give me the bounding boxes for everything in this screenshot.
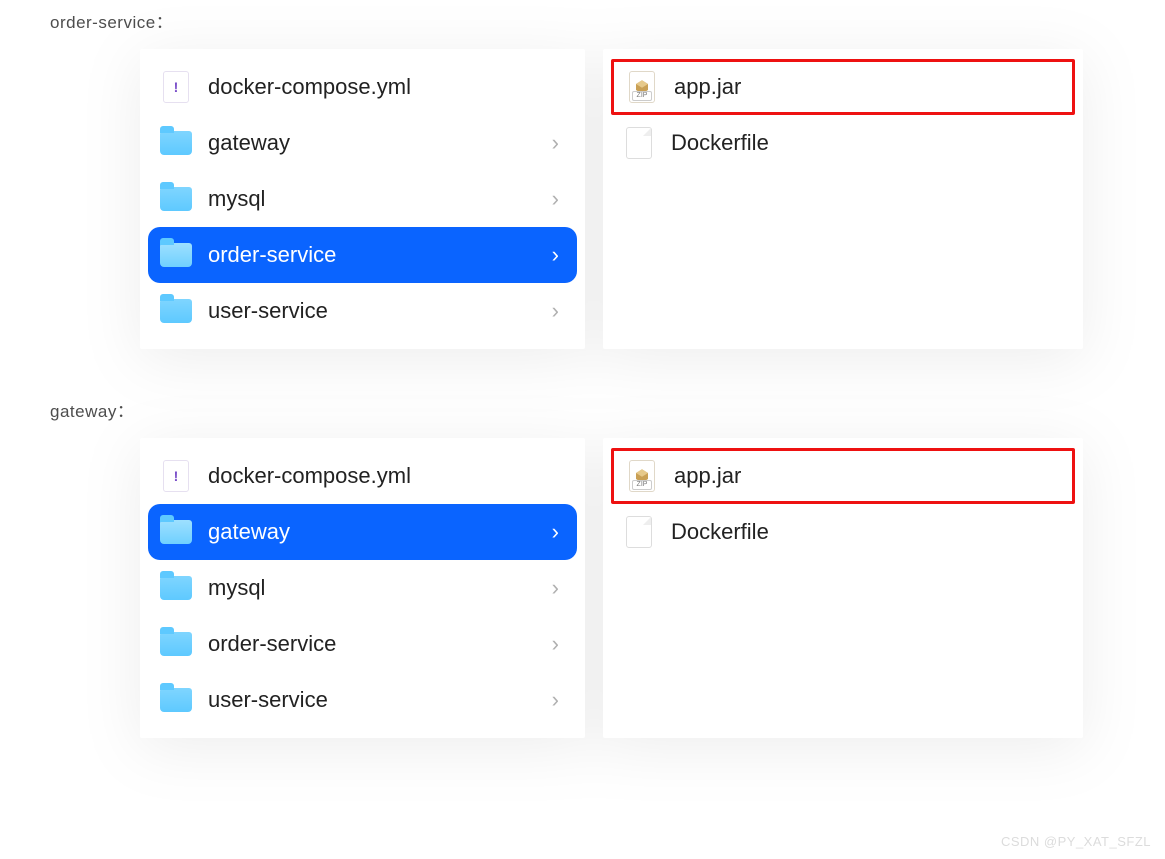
file-icon [621, 514, 657, 550]
item-label: mysql [208, 575, 552, 601]
folder-row[interactable]: gateway› [148, 115, 577, 171]
folder-row[interactable]: order-service› [148, 616, 577, 672]
file-row[interactable]: ! docker-compose.yml [148, 59, 577, 115]
yml-file-icon: ! [158, 458, 194, 494]
item-label: user-service [208, 687, 552, 713]
folder-row[interactable]: mysql› [148, 560, 577, 616]
item-label: user-service [208, 298, 552, 324]
folder-row[interactable]: user-service› [148, 672, 577, 728]
folder-list-pane: !docker-compose.ymlgateway›mysql›order-s… [140, 438, 585, 738]
finder-window: !docker-compose.ymlgateway›mysql›order-s… [140, 49, 1100, 349]
chevron-right-icon: › [552, 298, 559, 324]
folder-list-pane: !docker-compose.ymlgateway›mysql›order-s… [140, 49, 585, 349]
folder-row[interactable]: mysql› [148, 171, 577, 227]
item-label: Dockerfile [671, 519, 1057, 545]
item-label: gateway [208, 130, 552, 156]
highlight-annotation: ZIP app.jar [611, 59, 1075, 115]
highlight-annotation: ZIP app.jar [611, 448, 1075, 504]
chevron-right-icon: › [552, 186, 559, 212]
item-label: docker-compose.yml [208, 74, 559, 100]
folder-icon [158, 125, 194, 161]
file-row[interactable]: ! docker-compose.yml [148, 448, 577, 504]
chevron-right-icon: › [552, 687, 559, 713]
file-row[interactable]: ZIP app.jar [614, 62, 1072, 112]
item-label: mysql [208, 186, 552, 212]
item-label: order-service [208, 631, 552, 657]
folder-icon [158, 293, 194, 329]
item-label: order-service [208, 242, 552, 268]
finder-window: !docker-compose.ymlgateway›mysql›order-s… [140, 438, 1100, 738]
file-row[interactable]: ZIP app.jar [614, 451, 1072, 501]
yml-file-icon: ! [158, 69, 194, 105]
section-label: gateway： [0, 389, 1165, 438]
item-label: Dockerfile [671, 130, 1057, 156]
item-label: app.jar [674, 74, 1054, 100]
chevron-right-icon: › [552, 631, 559, 657]
item-label: gateway [208, 519, 552, 545]
folder-icon [158, 181, 194, 217]
folder-row[interactable]: order-service› [148, 227, 577, 283]
folder-icon [158, 626, 194, 662]
folder-icon [158, 570, 194, 606]
folder-row[interactable]: gateway› [148, 504, 577, 560]
file-icon [621, 125, 657, 161]
file-row[interactable]: Dockerfile [611, 504, 1075, 560]
archive-icon: ZIP [624, 69, 660, 105]
folder-icon [158, 514, 194, 550]
folder-contents-pane: ZIP app.jar Dockerfile [603, 438, 1083, 738]
chevron-right-icon: › [552, 519, 559, 545]
folder-contents-pane: ZIP app.jar Dockerfile [603, 49, 1083, 349]
item-label: app.jar [674, 463, 1054, 489]
folder-icon [158, 682, 194, 718]
file-row[interactable]: Dockerfile [611, 115, 1075, 171]
chevron-right-icon: › [552, 130, 559, 156]
archive-icon: ZIP [624, 458, 660, 494]
section-label: order-service： [0, 0, 1165, 49]
folder-icon [158, 237, 194, 273]
chevron-right-icon: › [552, 242, 559, 268]
watermark: CSDN @PY_XAT_SFZL [1001, 834, 1151, 849]
chevron-right-icon: › [552, 575, 559, 601]
item-label: docker-compose.yml [208, 463, 559, 489]
folder-row[interactable]: user-service› [148, 283, 577, 339]
